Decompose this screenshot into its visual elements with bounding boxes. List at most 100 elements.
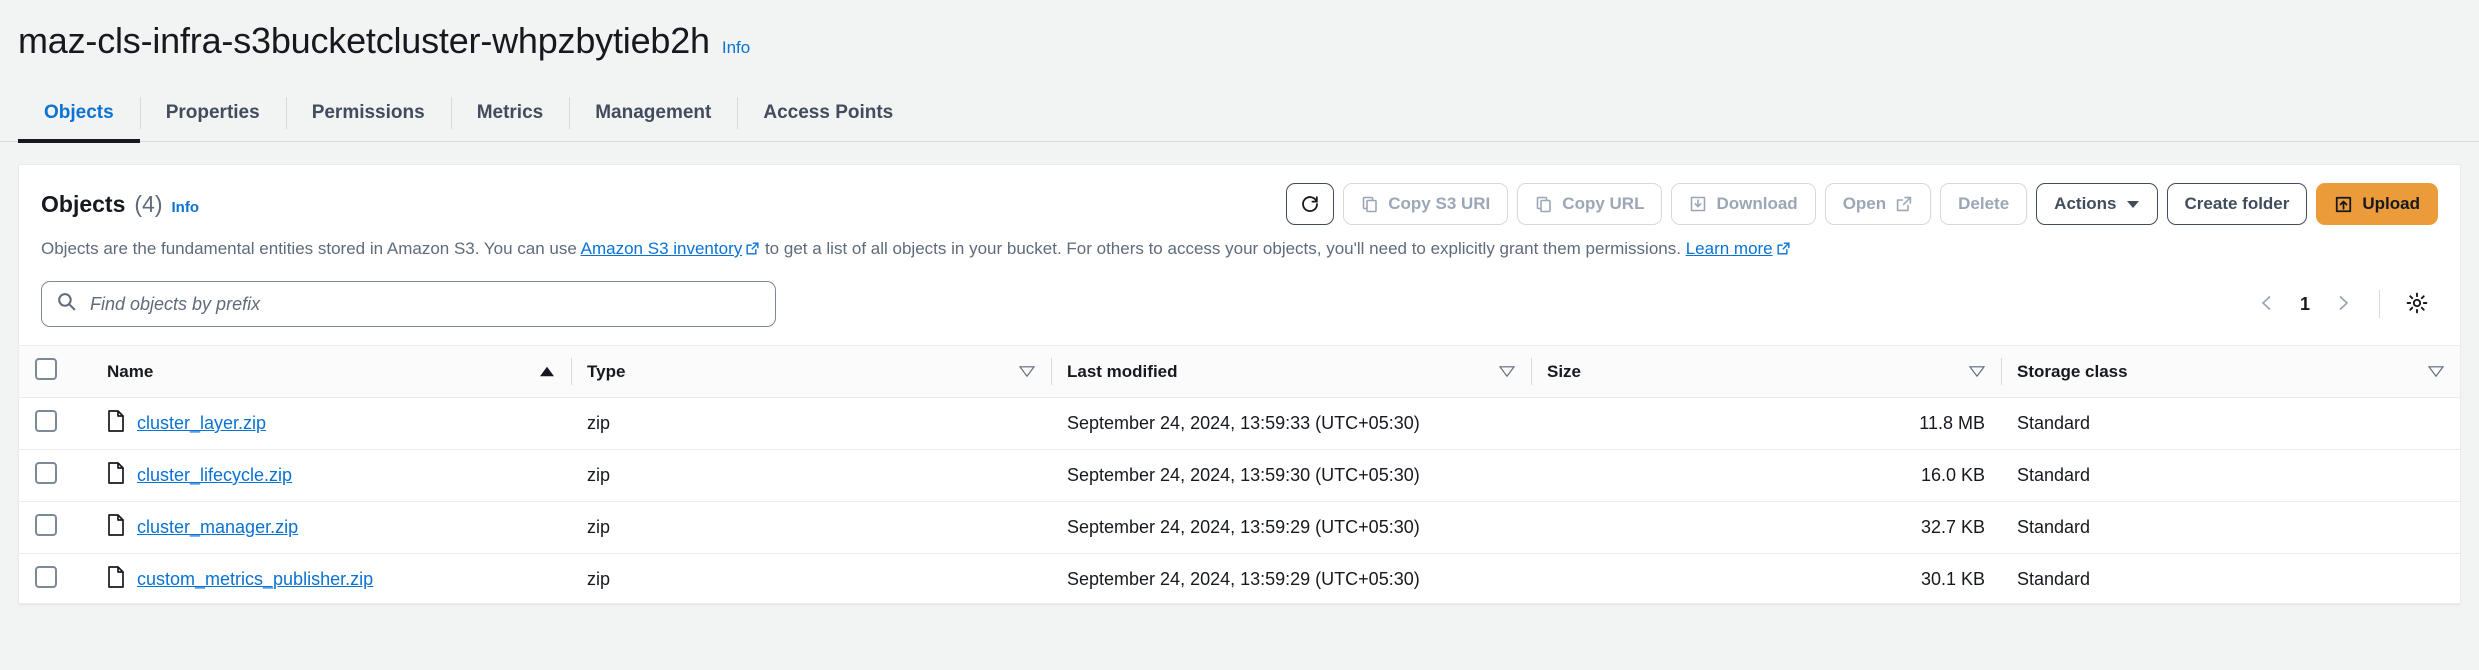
row-type-cell: zip: [571, 501, 1051, 554]
description-text-2: to get a list of all objects in your buc…: [760, 239, 1686, 258]
gear-icon: [2405, 291, 2429, 318]
description-text-1: Objects are the fundamental entities sto…: [41, 239, 581, 258]
table-preferences-button[interactable]: [2396, 283, 2438, 325]
row-select-cell: [19, 449, 91, 502]
actions-dropdown-button[interactable]: Actions: [2036, 183, 2158, 225]
row-select-cell: [19, 397, 91, 450]
file-icon: [107, 566, 125, 593]
object-name-link[interactable]: cluster_layer.zip: [137, 413, 266, 434]
select-all-checkbox[interactable]: [35, 358, 57, 380]
actions-label: Actions: [2054, 194, 2117, 213]
tab-properties-label: Properties: [165, 102, 260, 123]
row-name-cell: cluster_manager.zip: [91, 501, 571, 554]
tab-management[interactable]: Management: [569, 84, 737, 142]
page-number-1[interactable]: 1: [2291, 294, 2319, 315]
row-storage-class-cell: Standard: [2001, 501, 2460, 554]
row-size-cell: 16.0 KB: [1531, 449, 2001, 502]
open-button[interactable]: Open: [1824, 183, 1932, 225]
pagination: 1: [2247, 283, 2438, 325]
tab-management-label: Management: [595, 102, 712, 123]
learn-more-link[interactable]: Learn more: [1686, 239, 1773, 258]
column-header-size-label: Size: [1547, 361, 1582, 381]
copy-icon: [1535, 195, 1553, 213]
page-header: maz-cls-infra-s3bucketcluster-whpzbytieb…: [0, 0, 2479, 64]
column-header-size[interactable]: Size: [1531, 345, 2001, 398]
sort-icon: [1968, 362, 1986, 382]
upload-button[interactable]: Upload: [2316, 183, 2438, 225]
object-name-link[interactable]: cluster_manager.zip: [137, 517, 298, 538]
objects-title: Objects: [41, 190, 126, 217]
create-folder-label: Create folder: [2184, 194, 2290, 213]
refresh-button[interactable]: [1286, 183, 1335, 225]
sort-icon: [1498, 362, 1516, 382]
objects-panel-header: Objects (4) Info Copy S3 URI Copy URL Do…: [19, 165, 2460, 345]
row-checkbox[interactable]: [35, 566, 57, 588]
copy-url-button[interactable]: Copy URL: [1517, 183, 1663, 225]
row-checkbox[interactable]: [35, 462, 57, 484]
column-header-last-modified-label: Last modified: [1067, 361, 1178, 381]
row-checkbox[interactable]: [35, 514, 57, 536]
objects-table: Name Type Last modified Size Storage cla…: [19, 345, 2460, 603]
row-storage-class-cell: Standard: [2001, 553, 2460, 603]
download-label: Download: [1716, 194, 1798, 213]
upload-label: Upload: [2362, 194, 2420, 213]
objects-info-link[interactable]: Info: [172, 199, 200, 216]
column-header-name[interactable]: Name: [91, 345, 571, 398]
column-header-type[interactable]: Type: [571, 345, 1051, 398]
select-all-header: [19, 345, 91, 398]
row-storage-class-cell: Standard: [2001, 449, 2460, 502]
row-last-modified-cell: September 24, 2024, 13:59:33 (UTC+05:30): [1051, 397, 1531, 450]
row-name-cell: custom_metrics_publisher.zip: [91, 553, 571, 603]
table-row: cluster_layer.zip zip September 24, 2024…: [19, 397, 2460, 450]
previous-page-button[interactable]: [2247, 284, 2287, 324]
sort-icon: [2427, 362, 2445, 382]
chevron-left-icon: [2258, 294, 2276, 315]
tab-metrics[interactable]: Metrics: [450, 84, 570, 142]
chevron-right-icon: [2334, 294, 2352, 315]
tab-objects[interactable]: Objects: [18, 84, 140, 143]
delete-button[interactable]: Delete: [1940, 183, 2028, 225]
objects-title-group: Objects (4) Info: [41, 191, 199, 218]
row-checkbox[interactable]: [35, 410, 57, 432]
copy-s3-uri-button[interactable]: Copy S3 URI: [1343, 183, 1509, 225]
table-row: cluster_manager.zip zip September 24, 20…: [19, 501, 2460, 554]
column-header-storage-class-label: Storage class: [2017, 361, 2128, 381]
objects-panel: Objects (4) Info Copy S3 URI Copy URL Do…: [18, 164, 2461, 604]
amazon-s3-inventory-link[interactable]: Amazon S3 inventory: [581, 239, 743, 258]
copy-s3-uri-label: Copy S3 URI: [1388, 194, 1491, 213]
row-storage-class-cell: Standard: [2001, 397, 2460, 450]
object-name-link[interactable]: custom_metrics_publisher.zip: [137, 569, 373, 590]
download-button[interactable]: Download: [1671, 183, 1816, 225]
objects-toolbar: Copy S3 URI Copy URL Download Open Delet…: [1286, 183, 2438, 225]
row-select-cell: [19, 553, 91, 603]
page-info-link[interactable]: Info: [722, 38, 750, 58]
search-input[interactable]: [41, 281, 776, 327]
create-folder-button[interactable]: Create folder: [2166, 183, 2308, 225]
tab-bar: Objects Properties Permissions Metrics M…: [0, 84, 2479, 143]
row-size-cell: 30.1 KB: [1531, 553, 2001, 603]
tab-permissions[interactable]: Permissions: [285, 84, 451, 142]
column-header-storage-class[interactable]: Storage class: [2001, 345, 2460, 398]
sort-ascending-icon: [539, 362, 555, 382]
row-name-cell: cluster_lifecycle.zip: [91, 449, 571, 502]
row-size-cell: 32.7 KB: [1531, 501, 2001, 554]
column-header-last-modified[interactable]: Last modified: [1051, 345, 1531, 398]
pagination-divider: [2379, 290, 2380, 318]
table-row: custom_metrics_publisher.zip zip Septemb…: [19, 553, 2460, 603]
refresh-icon: [1300, 194, 1320, 214]
tab-properties[interactable]: Properties: [139, 84, 286, 142]
object-name-link[interactable]: cluster_lifecycle.zip: [137, 465, 292, 486]
next-page-button[interactable]: [2323, 284, 2363, 324]
table-body: cluster_layer.zip zip September 24, 2024…: [19, 397, 2460, 603]
external-link-icon: [745, 239, 760, 263]
row-type-cell: zip: [571, 449, 1051, 502]
row-last-modified-cell: September 24, 2024, 13:59:30 (UTC+05:30): [1051, 449, 1531, 502]
file-icon: [107, 410, 125, 437]
external-link-icon: [1895, 195, 1913, 213]
open-label: Open: [1842, 194, 1887, 213]
delete-label: Delete: [1958, 194, 2010, 213]
table-row: cluster_lifecycle.zip zip September 24, …: [19, 449, 2460, 502]
download-icon: [1689, 195, 1707, 213]
row-last-modified-cell: September 24, 2024, 13:59:29 (UTC+05:30): [1051, 553, 1531, 603]
tab-access-points[interactable]: Access Points: [737, 84, 919, 142]
